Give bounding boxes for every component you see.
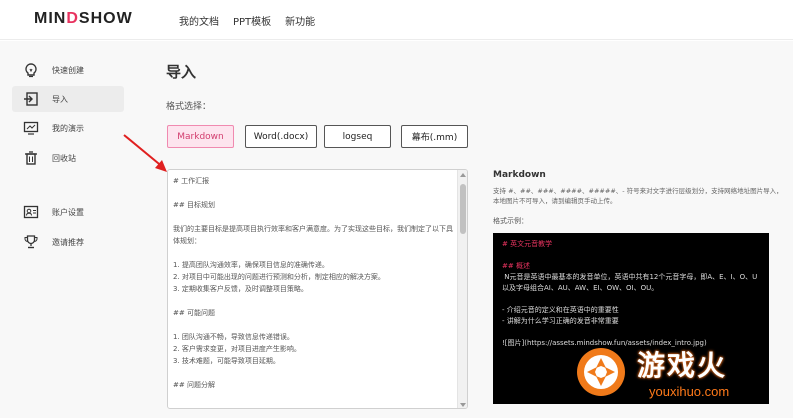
preview-title: Markdown bbox=[493, 170, 546, 180]
nav-ppt-templates[interactable]: PPT模板 bbox=[233, 13, 271, 28]
format-markdown-button[interactable]: Markdown bbox=[167, 125, 234, 148]
example-line-blank bbox=[502, 294, 760, 305]
top-nav: 我的文档 PPT模板 新功能 bbox=[179, 13, 315, 28]
sidebar-item-label: 邀请推荐 bbox=[52, 237, 84, 247]
sidebar-item-quick-create[interactable]: 快速创建 bbox=[12, 57, 124, 83]
watermark-text: 游戏火 bbox=[637, 350, 728, 381]
editor-content[interactable]: # 工作汇报 ## 目标规划 我们的主要目标是提高项目执行效率和客户满意度。为了… bbox=[173, 175, 455, 391]
gamepad-logo-icon bbox=[577, 348, 625, 396]
example-line: ## 概述 bbox=[502, 262, 530, 270]
sidebar-item-label: 我的演示 bbox=[52, 123, 84, 133]
scroll-down-icon[interactable] bbox=[460, 403, 466, 407]
trophy-icon bbox=[18, 234, 44, 250]
format-label: 格式选择： bbox=[166, 102, 212, 112]
sidebar-item-import[interactable]: 导入 bbox=[12, 86, 124, 112]
sidebar-item-label: 快速创建 bbox=[52, 65, 84, 75]
sidebar-item-trash[interactable]: 回收站 bbox=[12, 145, 124, 171]
account-icon bbox=[18, 204, 44, 220]
preview-description: 支持 #、##、###、####、#####、- 符号来对文字进行层级划分，支持… bbox=[493, 187, 783, 205]
scroll-thumb[interactable] bbox=[460, 184, 466, 234]
sidebar: 快速创建 导入 我的演示 回收站 账户设置 邀请推荐 bbox=[0, 41, 140, 418]
example-line: - 讲解为什么学习正确的发音非常重要 bbox=[502, 317, 619, 325]
nav-new-features[interactable]: 新功能 bbox=[285, 13, 315, 28]
watermark: 游戏火 youxihuo.com bbox=[571, 338, 771, 408]
editor-scrollbar[interactable] bbox=[457, 170, 467, 408]
scroll-up-icon[interactable] bbox=[460, 173, 466, 177]
sidebar-item-label: 导入 bbox=[52, 94, 68, 104]
format-logseq-button[interactable]: logseq bbox=[324, 125, 391, 148]
logo[interactable]: MINDSHOW bbox=[34, 10, 133, 28]
example-line: N元音是英语中最基本的发音单位，英语中共有12个元音字母，即A、E、I、O、U以… bbox=[502, 273, 758, 292]
sidebar-item-label: 账户设置 bbox=[52, 207, 84, 217]
page-title: 导入 bbox=[166, 63, 197, 81]
sidebar-item-invite[interactable]: 邀请推荐 bbox=[12, 229, 124, 255]
sidebar-item-account-settings[interactable]: 账户设置 bbox=[12, 199, 124, 225]
nav-my-docs[interactable]: 我的文档 bbox=[179, 13, 219, 28]
example-line: # 英文元音教学 bbox=[502, 240, 553, 248]
example-line: - 介绍元音的定义和在英语中的重要性 bbox=[502, 306, 619, 314]
sidebar-item-my-presentations[interactable]: 我的演示 bbox=[12, 115, 124, 141]
markdown-editor[interactable]: # 工作汇报 ## 目标规划 我们的主要目标是提高项目执行效率和客户满意度。为了… bbox=[167, 169, 468, 409]
example-line-blank bbox=[502, 327, 760, 338]
sidebar-item-label: 回收站 bbox=[52, 153, 76, 163]
annotation-arrow-icon bbox=[123, 134, 167, 172]
trash-icon bbox=[18, 150, 44, 166]
top-bar: MINDSHOW 我的文档 PPT模板 新功能 bbox=[0, 0, 793, 40]
format-mubu-button[interactable]: 幕布(.mm) bbox=[401, 125, 468, 148]
import-icon bbox=[18, 91, 44, 107]
watermark-url: youxihuo.com bbox=[649, 384, 730, 399]
lightbulb-icon bbox=[18, 62, 44, 78]
presentation-icon bbox=[18, 120, 44, 136]
format-word-button[interactable]: Word(.docx) bbox=[245, 125, 317, 148]
example-label: 格式示例： bbox=[493, 217, 528, 225]
example-line-blank bbox=[502, 250, 760, 261]
